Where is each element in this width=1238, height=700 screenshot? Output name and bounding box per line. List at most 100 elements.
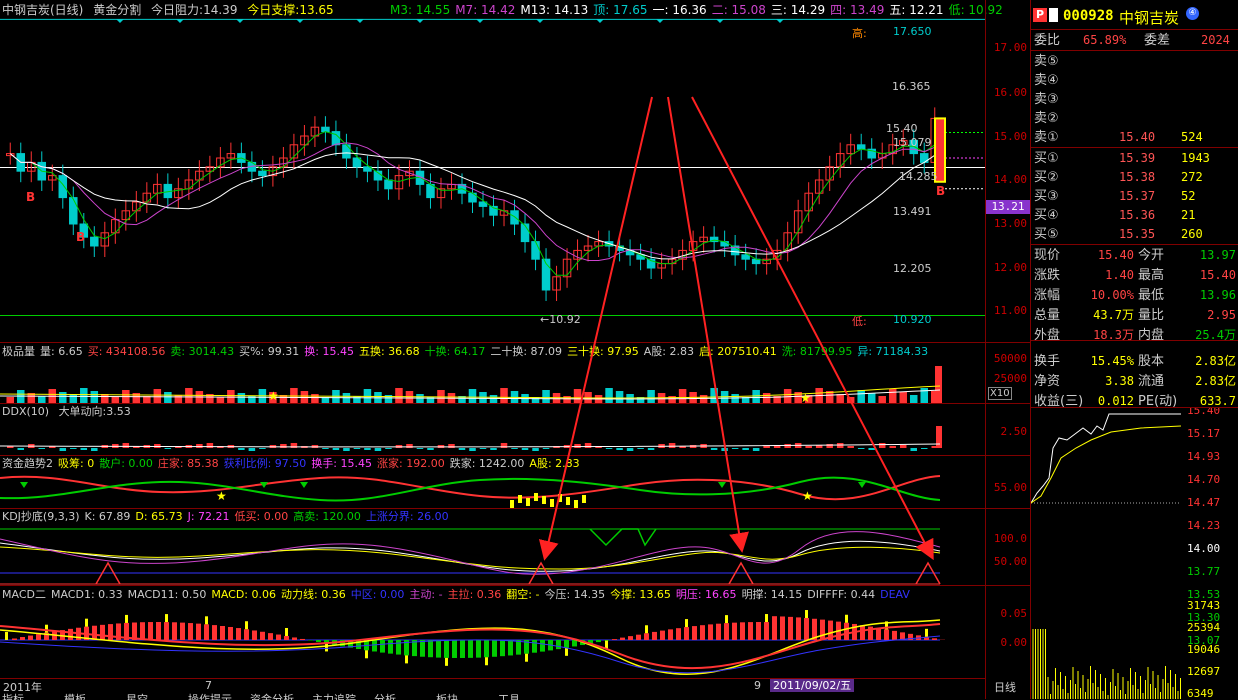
macd-signal-bar <box>285 628 288 636</box>
buy-row[interactable]: 买⑤15.35260 <box>1031 225 1238 244</box>
ddx-bar <box>18 448 25 450</box>
buy-row[interactable]: 买④15.3621 <box>1031 206 1238 225</box>
buy-row[interactable]: 买②15.38272 <box>1031 168 1238 187</box>
volume-bar <box>784 389 792 403</box>
price-tick: 13.00 <box>994 217 1027 230</box>
separator <box>0 342 985 343</box>
price-tick: 14.00 <box>994 173 1027 186</box>
buy-volume: 260 <box>1181 225 1203 244</box>
volume-chart[interactable]: ★★ <box>0 358 985 403</box>
intraday-tick: 15.40 <box>1187 408 1220 417</box>
chart-area[interactable]: 中钢吉炭(日线) 黄金分割 今日阻力:14.39 今日支撑:13.65 M3: … <box>0 0 985 699</box>
diff-value: 2024 <box>1201 31 1230 50</box>
macd-bar <box>484 640 489 657</box>
stat-label: 涨跌 <box>1034 266 1060 285</box>
macd-chart[interactable] <box>0 600 985 678</box>
buy-row[interactable]: 买③15.3752 <box>1031 187 1238 206</box>
macd-bar <box>244 629 249 640</box>
ddx-bar <box>826 444 833 448</box>
macd-bar <box>460 640 465 658</box>
top-marker <box>356 19 364 23</box>
inflow-bar <box>518 495 522 503</box>
vol-axis-2: 25000 <box>994 372 1027 385</box>
macd-bar <box>748 622 753 640</box>
buy-row[interactable]: 买①15.391943 <box>1031 149 1238 168</box>
ddx-bar <box>259 448 266 449</box>
stat-row: 涨跌1.40最高15.40 <box>1031 266 1238 285</box>
ddx-bar <box>249 448 256 451</box>
sell-row[interactable]: 卖③ <box>1031 90 1238 109</box>
kdj-item: KDJ抄底(9,3,3) <box>2 510 80 523</box>
ma-item: 四: 13.49 <box>830 3 884 17</box>
volume-bar <box>668 396 676 403</box>
macd-bar <box>892 631 897 640</box>
stat-label: 涨幅 <box>1034 286 1060 305</box>
macd-bar <box>604 640 609 641</box>
macd-bar <box>388 640 393 654</box>
macd-bar <box>276 635 281 640</box>
kdj-axis-1: 100.0 <box>994 532 1027 545</box>
intraday-chart[interactable]: 15.4015.1714.9314.7014.4714.2314.0013.77… <box>1031 408 1238 699</box>
ddx-bar <box>721 448 728 451</box>
ddx-chart[interactable] <box>0 418 985 455</box>
stat-row: 总量43.7万量比2.95 <box>1031 306 1238 325</box>
stat-value: 15.40 <box>1186 266 1236 285</box>
vol-item: 异: 71184.33 <box>857 345 928 358</box>
volume-bar <box>59 392 67 403</box>
volume-bar <box>605 388 613 403</box>
macd-bar <box>660 631 665 640</box>
candle-body <box>742 255 750 259</box>
sell-row[interactable]: 卖④ <box>1031 71 1238 90</box>
ddx-bar <box>627 448 634 451</box>
volume-bar <box>910 395 918 403</box>
volume-bar <box>857 390 865 403</box>
trend-marker <box>718 482 726 488</box>
stat-label: 总量 <box>1034 306 1060 325</box>
macd-bar <box>180 623 185 640</box>
macd-signal-bar <box>485 657 488 665</box>
ddx-bar <box>585 443 592 448</box>
bookmark-icon[interactable] <box>1049 8 1058 22</box>
candlestick-chart[interactable] <box>0 18 985 343</box>
macd-bar <box>68 629 73 640</box>
trend-marker <box>858 482 866 488</box>
macd-bar <box>260 632 265 640</box>
period-label[interactable]: 日线 <box>994 679 1016 695</box>
ddx-bar <box>522 448 529 450</box>
timeline-bar[interactable]: 2011年 7 9 2011/09/02/五 指标模板星空操作提示资金分析主力追… <box>0 678 985 700</box>
kdj-chart[interactable] <box>0 523 985 585</box>
macd-signal-bar <box>645 625 648 633</box>
ddx-bar <box>879 443 886 448</box>
vol-item: 启: 207510.41 <box>699 345 777 358</box>
ddx-bar <box>669 443 676 448</box>
volume-legend: 极品量量: 6.65买: 434108.56卖: 3014.43买%: 99.3… <box>2 345 933 359</box>
sell-price: 15.40 <box>1119 128 1155 147</box>
vol-item: 买: 434108.56 <box>88 345 166 358</box>
macd-bar <box>372 640 377 651</box>
macd-bar <box>556 640 561 649</box>
sell-row[interactable]: 卖①15.40524 <box>1031 128 1238 147</box>
top-marker <box>596 19 604 23</box>
ddx-bar <box>364 448 371 450</box>
candle-body <box>637 255 645 259</box>
separator <box>0 455 985 456</box>
macd-bar <box>796 617 801 640</box>
volume-bar <box>238 393 246 403</box>
price-tick: 15.00 <box>994 130 1027 143</box>
fund-trend-chart[interactable]: ★★ <box>0 470 985 508</box>
macd-bar <box>236 628 241 640</box>
macd-bar <box>396 640 401 655</box>
macd-bar <box>540 640 545 652</box>
sell-row[interactable]: 卖② <box>1031 109 1238 128</box>
diff-label: 委差 <box>1144 31 1170 50</box>
inflow-bar <box>550 499 554 507</box>
stat-label: 现价 <box>1034 246 1060 265</box>
ddx-bar <box>385 448 392 449</box>
p-icon[interactable]: P <box>1033 8 1047 22</box>
sell-signal <box>590 529 656 545</box>
intraday-tick: 14.47 <box>1187 496 1220 509</box>
info-icon[interactable]: ④ <box>1186 7 1199 20</box>
indicator-name[interactable]: 黄金分割 <box>93 3 141 17</box>
sell-row[interactable]: 卖⑤ <box>1031 52 1238 71</box>
fund-item: 获利比例: 97.50 <box>224 457 307 470</box>
